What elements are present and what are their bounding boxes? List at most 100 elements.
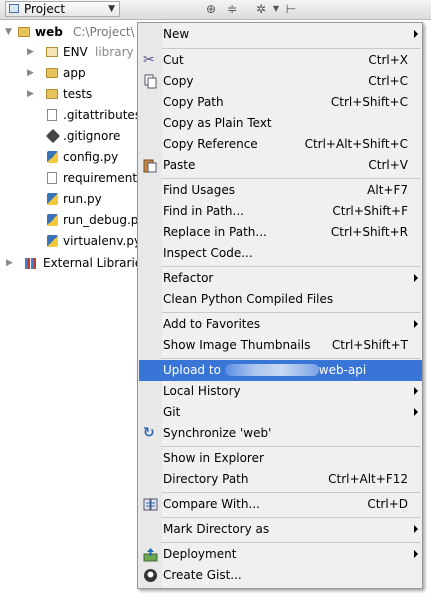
submenu-arrow-icon	[414, 408, 418, 416]
project-view-combo[interactable]: Project ▼	[5, 1, 120, 17]
menu-item-inspect-code[interactable]: Inspect Code...	[139, 243, 422, 264]
file-icon	[47, 109, 57, 121]
menu-item-git[interactable]: Git	[139, 402, 422, 423]
menu-label: Add to Favorites	[163, 317, 261, 331]
menu-label: Paste	[163, 158, 196, 172]
menu-separator	[162, 312, 420, 313]
menu-item-copy[interactable]: Copy Ctrl+C	[139, 71, 422, 92]
project-icon	[9, 4, 19, 13]
collapse-all-icon[interactable]: ≑	[224, 1, 240, 17]
menu-shortcut: Ctrl+Shift+R	[330, 225, 408, 239]
menu-label: Directory Path	[163, 472, 249, 486]
deployment-icon	[143, 547, 158, 562]
menu-item-directory-path[interactable]: Directory Path Ctrl+Alt+F12	[139, 469, 422, 490]
menu-label: Copy as Plain Text	[163, 116, 272, 130]
menu-item-find-in-path[interactable]: Find in Path... Ctrl+Shift+F	[139, 201, 422, 222]
menu-item-show-thumbnails[interactable]: Show Image Thumbnails Ctrl+Shift+T	[139, 335, 422, 356]
menu-label: Mark Directory as	[163, 522, 270, 536]
tree-item-label: .gitignore	[63, 129, 121, 143]
menu-label: Copy Path	[163, 95, 224, 109]
menu-separator	[162, 48, 420, 49]
target-icon[interactable]: ⊕	[203, 1, 219, 17]
menu-item-clean-python[interactable]: Clean Python Compiled Files	[139, 289, 422, 310]
menu-item-compare-with[interactable]: Compare With... Ctrl+D	[139, 494, 422, 515]
copy-icon	[143, 74, 158, 89]
menu-item-replace-in-path[interactable]: Replace in Path... Ctrl+Shift+R	[139, 222, 422, 243]
menu-item-deployment[interactable]: Deployment	[139, 544, 422, 565]
github-icon	[143, 568, 158, 583]
menu-separator	[162, 178, 420, 179]
python-file-icon	[47, 214, 58, 226]
tree-item-label: app	[63, 66, 86, 80]
menu-item-cut[interactable]: ✂ Cut Ctrl+X	[139, 50, 422, 71]
submenu-arrow-icon	[414, 550, 418, 558]
menu-item-refactor[interactable]: Refactor	[139, 268, 422, 289]
gear-dropdown-icon[interactable]: ▼	[268, 1, 284, 17]
menu-shortcut: Ctrl+D	[367, 497, 408, 511]
menu-separator	[162, 446, 420, 447]
tree-item-label: tests	[63, 87, 93, 101]
menu-shortcut: Ctrl+V	[368, 158, 408, 172]
collapsed-arrow-icon[interactable]: ▶	[27, 63, 34, 83]
submenu-arrow-icon	[414, 30, 418, 38]
project-view-label: Project	[24, 2, 66, 16]
menu-item-find-usages[interactable]: Find Usages Alt+F7	[139, 180, 422, 201]
root-name: web	[35, 25, 63, 39]
menu-shortcut: Ctrl+Alt+Shift+C	[304, 137, 408, 151]
tree-root-web[interactable]: ▼ web C:\Project\	[0, 22, 140, 42]
menu-label: Cut	[163, 53, 184, 67]
menu-item-copy-reference[interactable]: Copy Reference Ctrl+Alt+Shift+C	[139, 134, 422, 155]
menu-label: Copy	[163, 74, 194, 88]
hide-panel-icon[interactable]: ⊢	[283, 1, 299, 17]
menu-shortcut: Alt+F7	[367, 183, 408, 197]
menu-label: Find in Path...	[163, 204, 244, 218]
menu-item-copy-path[interactable]: Copy Path Ctrl+Shift+C	[139, 92, 422, 113]
menu-item-upload-to[interactable]: Upload to web-api	[139, 360, 422, 381]
menu-label: Clean Python Compiled Files	[163, 292, 334, 306]
menu-item-paste[interactable]: Paste Ctrl+V	[139, 155, 422, 176]
menu-label: New	[163, 27, 190, 41]
collapsed-arrow-icon[interactable]: ▶	[6, 253, 13, 273]
folder-icon	[46, 89, 58, 99]
menu-item-add-to-favorites[interactable]: Add to Favorites	[139, 314, 422, 335]
submenu-arrow-icon	[414, 525, 418, 533]
compare-icon	[143, 497, 158, 512]
menu-separator	[162, 266, 420, 267]
tree-item-label: run.py	[63, 192, 102, 206]
menu-shortcut: Ctrl+Alt+F12	[328, 472, 408, 486]
menu-item-synchronize[interactable]: ↻ Synchronize 'web'	[139, 423, 422, 444]
menu-item-show-in-explorer[interactable]: Show in Explorer	[139, 448, 422, 469]
paste-icon	[143, 158, 158, 173]
menu-label: Git	[163, 405, 181, 419]
menu-item-local-history[interactable]: Local History	[139, 381, 422, 402]
tree-item-label: config.py	[63, 150, 119, 164]
menu-shortcut: Ctrl+X	[368, 53, 408, 67]
menu-label: Copy Reference	[163, 137, 258, 151]
tree-item-hint: library	[95, 45, 134, 59]
menu-shortcut: Ctrl+Shift+F	[332, 204, 408, 218]
expand-arrow-icon[interactable]: ▼	[5, 22, 12, 42]
tree-item-label: External Libraries	[43, 256, 149, 270]
submenu-arrow-icon	[414, 320, 418, 328]
menu-item-create-gist[interactable]: Create Gist...	[139, 565, 422, 586]
folder-icon	[46, 68, 58, 78]
library-icon	[25, 258, 37, 269]
git-icon	[45, 128, 61, 144]
collapsed-arrow-icon[interactable]: ▶	[27, 42, 34, 62]
menu-separator	[162, 358, 420, 359]
submenu-arrow-icon	[414, 387, 418, 395]
collapsed-arrow-icon[interactable]: ▶	[27, 84, 34, 104]
file-icon	[47, 172, 57, 184]
menu-separator	[162, 517, 420, 518]
menu-item-copy-plain-text[interactable]: Copy as Plain Text	[139, 113, 422, 134]
menu-label: Show Image Thumbnails	[163, 338, 311, 352]
tree-item-label: ENV	[63, 45, 88, 59]
gear-icon[interactable]: ✲	[253, 1, 269, 17]
tree-item-label: .gitattributes	[63, 108, 142, 122]
redacted-server-name	[224, 364, 319, 376]
menu-separator	[162, 492, 420, 493]
menu-item-mark-directory[interactable]: Mark Directory as	[139, 519, 422, 540]
menu-item-new[interactable]: New	[139, 24, 422, 45]
menu-label: Compare With...	[163, 497, 260, 511]
menu-label: Synchronize 'web'	[163, 426, 272, 440]
